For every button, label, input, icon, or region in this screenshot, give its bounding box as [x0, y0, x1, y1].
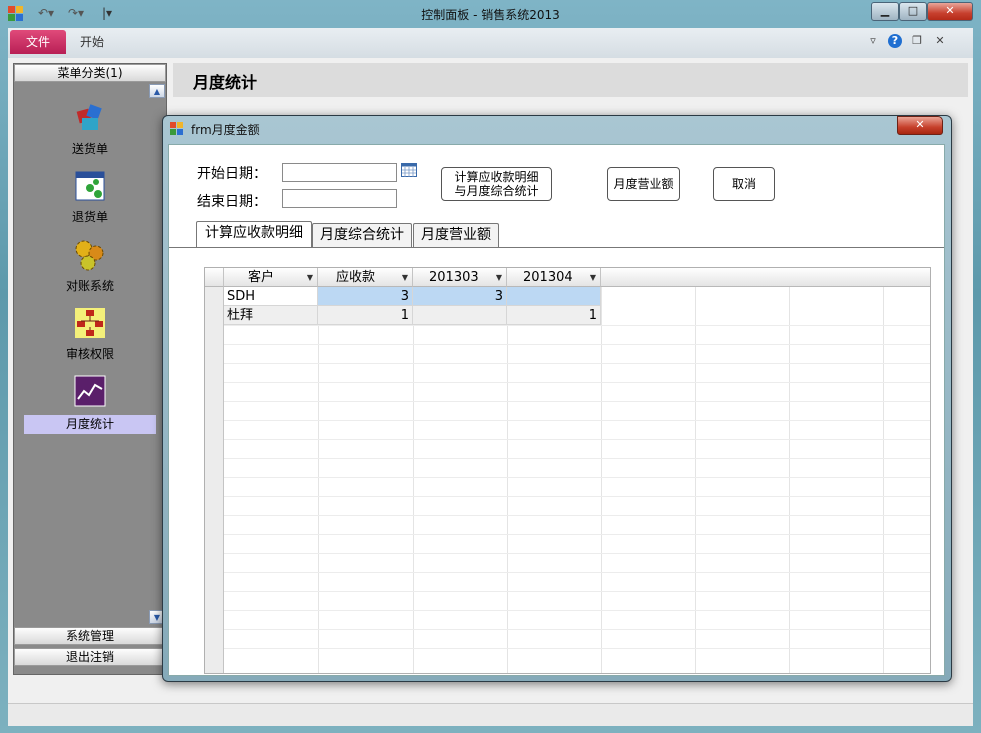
nav-item-reconcile[interactable]: 对账系统 — [24, 235, 156, 301]
nav-item-label: 审核权限 — [65, 347, 114, 361]
dropdown-icon[interactable]: ▼ — [496, 268, 502, 287]
chart-icon — [74, 375, 106, 407]
column-header-201304[interactable]: 201304 ▼ — [507, 268, 601, 287]
cancel-button[interactable]: 取消 — [713, 167, 775, 201]
table-cell-201303[interactable]: 3 — [413, 287, 507, 306]
table-cell-receivable[interactable]: 1 — [318, 306, 413, 325]
column-header-customer[interactable]: 客户 ▼ — [224, 268, 318, 287]
grid-line — [224, 496, 930, 497]
dialog-body: 开始日期： 结束日期： 计算应收款明细 与月度综合统计 月度营业额 取消 计算应… — [168, 144, 945, 676]
table-cell-customer[interactable]: SDH — [224, 287, 318, 306]
gears-icon — [74, 239, 106, 271]
grid-line — [224, 591, 930, 592]
calendar-icon[interactable] — [401, 163, 417, 177]
grid-line — [224, 382, 930, 383]
dropdown-icon[interactable]: ▼ — [590, 268, 596, 287]
dialog-title: frm月度金额 — [191, 123, 260, 137]
monthly-amount-dialog: frm月度金额 ✕ 开始日期： 结束日期： 计算应收款明细 与月度综合统计 月度… — [162, 115, 952, 682]
table-cell-201304[interactable]: 1 — [507, 306, 601, 325]
start-date-label: 开始日期： — [197, 166, 267, 182]
title-bar: ↶▾ ↷▾ |▾ 控制面板 - 销售系统2013 ▁ □ ✕ — [0, 0, 981, 28]
ribbon: 文件 开始 ▿ ? ❐ ✕ — [8, 28, 973, 58]
table-cell-201303[interactable] — [413, 306, 507, 325]
tab-monthly-revenue[interactable]: 月度营业额 — [413, 223, 499, 247]
tab-receivable-details[interactable]: 计算应收款明细 — [196, 221, 312, 248]
minimize-button[interactable]: ▁ — [871, 2, 899, 21]
monthly-revenue-button[interactable]: 月度营业额 — [607, 167, 680, 201]
org-chart-icon — [74, 307, 106, 339]
tab-start[interactable]: 开始 — [80, 30, 104, 54]
column-header-label: 201304 — [523, 270, 573, 285]
grid-line — [224, 344, 930, 345]
tab-monthly-summary[interactable]: 月度综合统计 — [312, 223, 412, 247]
grid-line — [224, 439, 930, 440]
end-date-label: 结束日期： — [197, 194, 267, 210]
form-header: 月度统计 — [173, 63, 968, 97]
restore-icon[interactable]: ❐ — [910, 34, 924, 48]
grid-line — [224, 477, 930, 478]
nav-item-label: 对账系统 — [65, 279, 114, 293]
start-date-input[interactable] — [282, 163, 397, 182]
grid-line — [224, 401, 930, 402]
table-cell-receivable[interactable]: 3 — [318, 287, 413, 306]
ribbon-collapse-icon[interactable]: ▿ — [866, 34, 880, 48]
scroll-up-icon[interactable]: ▲ — [149, 84, 165, 98]
nav-group-header[interactable]: 菜单分类(1) — [14, 64, 166, 82]
tab-file[interactable]: 文件 — [10, 30, 66, 54]
grid-line — [224, 325, 930, 326]
grid-line — [224, 610, 930, 611]
calculate-button-line2: 与月度综合统计 — [454, 184, 539, 198]
grid-corner[interactable] — [205, 268, 224, 287]
nav-group-logout[interactable]: 退出注销 — [14, 648, 166, 666]
nav-item-delivery[interactable]: 送货单 — [24, 98, 156, 164]
column-header-label: 应收款 — [336, 270, 376, 285]
grid-line — [224, 648, 930, 649]
grid-line — [224, 420, 930, 421]
column-header-label: 201303 — [429, 270, 479, 285]
grid-line — [224, 572, 930, 573]
dialog-icon — [170, 122, 184, 136]
app-window: ↶▾ ↷▾ |▾ 控制面板 - 销售系统2013 ▁ □ ✕ 文件 开始 ▿ ?… — [0, 0, 981, 733]
dialog-close-button[interactable]: ✕ — [897, 116, 943, 135]
calculate-details-button[interactable]: 计算应收款明细 与月度综合统计 — [441, 167, 552, 201]
nav-item-return[interactable]: 退货单 — [24, 166, 156, 232]
return-icon — [74, 170, 106, 202]
nav-item-label: 月度统计 — [24, 415, 156, 434]
nav-group-system[interactable]: 系统管理 — [14, 627, 166, 645]
maximize-button[interactable]: □ — [899, 2, 927, 21]
nav-item-label: 退货单 — [71, 210, 108, 224]
grid-line — [224, 629, 930, 630]
status-bar — [8, 703, 973, 726]
dropdown-icon[interactable]: ▼ — [402, 268, 408, 287]
nav-item-monthly[interactable]: 月度统计 — [24, 371, 156, 437]
delivery-icon — [74, 102, 106, 134]
page-title: 月度统计 — [193, 73, 258, 92]
close-icon[interactable]: ✕ — [933, 34, 947, 48]
window-title: 控制面板 - 销售系统2013 — [421, 8, 560, 22]
table-cell-201304[interactable] — [507, 287, 601, 306]
tab-divider — [169, 247, 944, 248]
column-header-201303[interactable]: 201303 ▼ — [413, 268, 507, 287]
end-date-input[interactable] — [282, 189, 397, 208]
grid-line — [224, 515, 930, 516]
column-header-empty — [601, 268, 930, 287]
close-button[interactable]: ✕ — [927, 2, 973, 21]
row-header-column — [205, 287, 224, 673]
grid-line — [224, 458, 930, 459]
grid-line — [224, 534, 930, 535]
nav-item-label: 送货单 — [71, 142, 108, 156]
help-icon[interactable]: ? — [888, 34, 902, 48]
grid-line — [224, 553, 930, 554]
table-cell-customer[interactable]: 杜拜 — [224, 306, 318, 325]
column-header-label: 客户 — [248, 270, 275, 285]
data-grid[interactable]: 客户 ▼ 应收款 ▼ 201303 ▼ 201304 ▼ SDH 3 3 杜拜 … — [204, 267, 931, 674]
navigation-pane: 菜单分类(1) ▲ 送货单 退货单 对账系统 审核权限 月度统计 ▼ 系统管理 … — [13, 63, 167, 675]
grid-line — [224, 363, 930, 364]
column-header-receivable[interactable]: 应收款 ▼ — [318, 268, 413, 287]
calculate-button-line1: 计算应收款明细 — [454, 170, 539, 184]
nav-item-audit[interactable]: 审核权限 — [24, 303, 156, 369]
dropdown-icon[interactable]: ▼ — [307, 268, 313, 287]
